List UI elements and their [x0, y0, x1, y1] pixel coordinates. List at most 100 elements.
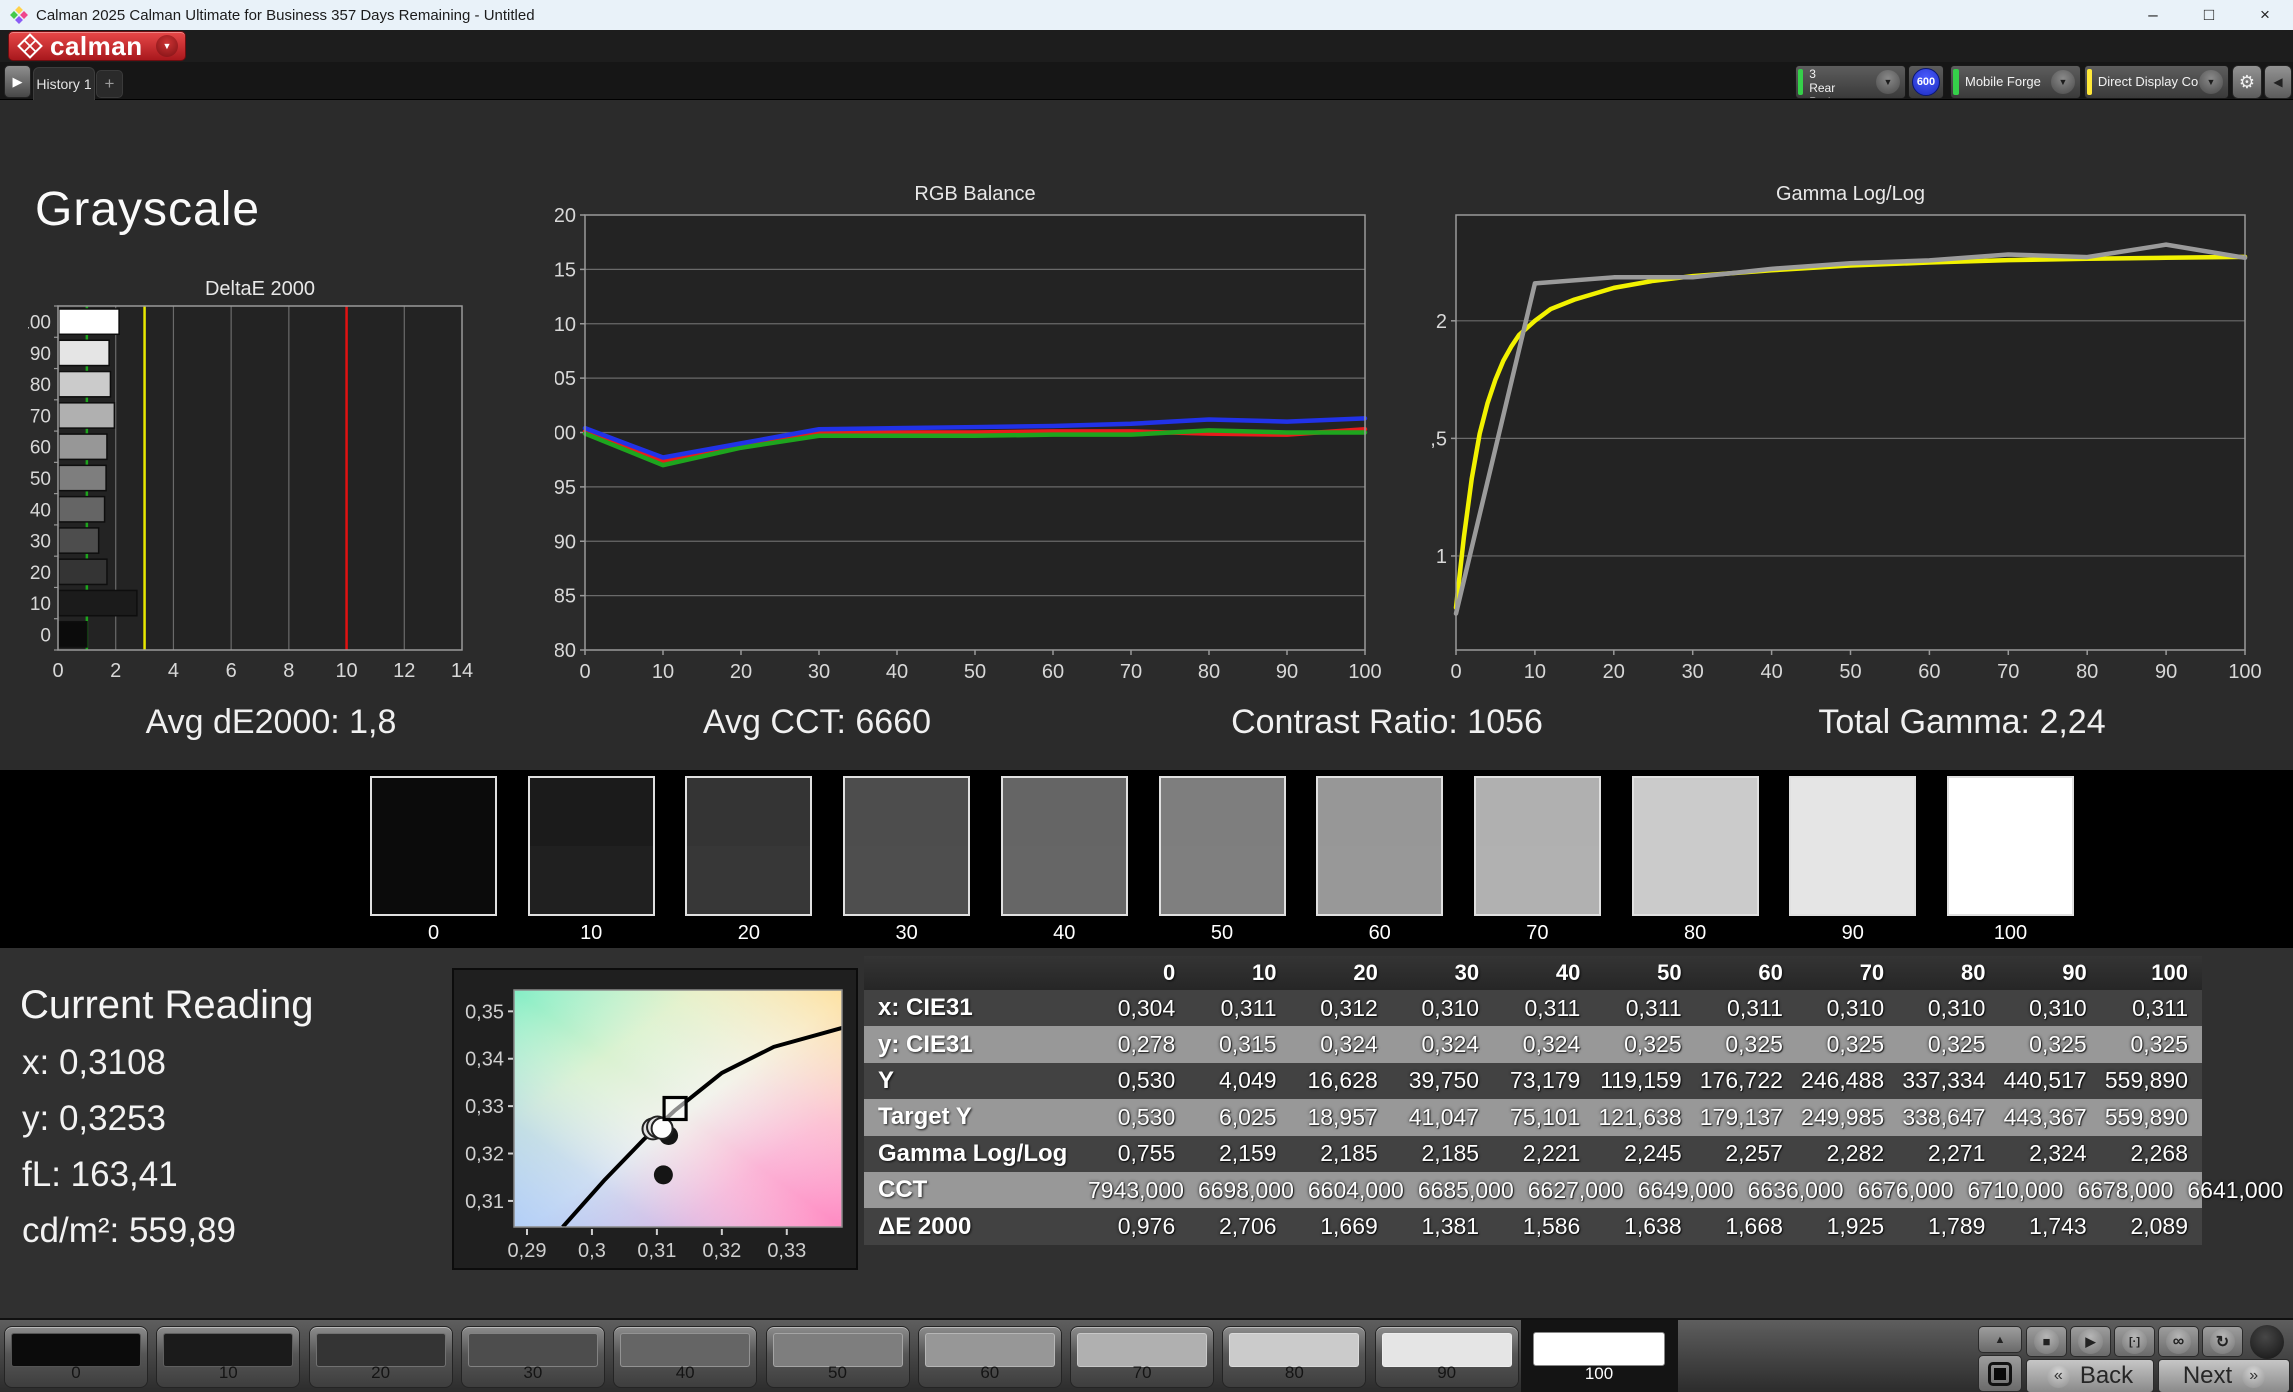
svg-text:50: 50: [964, 661, 986, 683]
table-cell: 443,367: [1999, 1104, 2100, 1131]
next-button-label: Next: [2183, 1362, 2232, 1390]
maximize-button[interactable]: □: [2181, 0, 2237, 30]
swatch-label-30: 30: [843, 922, 970, 945]
minimize-button[interactable]: –: [2125, 0, 2181, 30]
level-swatch-70: [1077, 1333, 1207, 1367]
next-button[interactable]: Next »: [2158, 1359, 2290, 1392]
table-cell: 0,755: [1088, 1140, 1189, 1167]
display-control-dropdown[interactable]: Direct Display Control ▼: [2084, 65, 2229, 99]
tab-history-1[interactable]: History 1: [33, 67, 95, 100]
pattern-swatch-70: [1474, 776, 1601, 916]
svg-text:0,33: 0,33: [465, 1096, 504, 1118]
table-cell: 2,159: [1189, 1140, 1290, 1167]
logo-menu-button[interactable]: ▼: [156, 35, 178, 57]
svg-text:0,31: 0,31: [637, 1240, 676, 1262]
grayscale-level-button-50[interactable]: 50: [766, 1326, 910, 1388]
deltae-bar-60: [59, 434, 107, 459]
panel-expand-button[interactable]: ▲: [1978, 1326, 2022, 1353]
svg-text:0: 0: [52, 660, 63, 682]
grayscale-level-button-100[interactable]: 100: [1527, 1326, 1671, 1388]
grayscale-swatch-strip: Actual Target 0102030405060708090100: [0, 770, 2293, 948]
level-label-40: 40: [614, 1363, 756, 1383]
table-cell: 0,325: [1898, 1031, 1999, 1058]
level-swatch-20: [316, 1333, 446, 1367]
table-cell: 440,517: [1999, 1067, 2100, 1094]
avg-de2000-stat: Avg dE2000: 1,8: [146, 703, 397, 742]
grayscale-level-button-20[interactable]: 20: [309, 1326, 453, 1388]
pattern-swatch-50: [1159, 776, 1286, 916]
svg-text:70: 70: [1997, 661, 2019, 683]
actual-swatch-60: [1318, 778, 1441, 846]
table-cell: 6,025: [1189, 1104, 1290, 1131]
grayscale-level-button-10[interactable]: 10: [156, 1326, 300, 1388]
table-row: ΔE 20000,9762,7061,6691,3811,5861,6381,6…: [864, 1208, 2202, 1244]
level-swatch-90: [1382, 1333, 1512, 1367]
target-swatch-20: [687, 846, 810, 914]
level-swatch-80: [1229, 1333, 1359, 1367]
table-cell: 0,310: [1392, 995, 1493, 1022]
svg-text:1: 1: [1436, 546, 1447, 568]
svg-text:30: 30: [1682, 661, 1704, 683]
table-cell: 0,530: [1088, 1067, 1189, 1094]
collapse-arrow-icon: ◀: [2273, 75, 2282, 89]
level-swatch-10: [163, 1333, 293, 1367]
source-dropdown[interactable]: Mobile Forge ▼: [1950, 65, 2081, 99]
grayscale-level-button-30[interactable]: 30: [461, 1326, 605, 1388]
display-control-chevron-button[interactable]: ▼: [2199, 70, 2223, 94]
grayscale-level-button-60[interactable]: 60: [918, 1326, 1062, 1388]
svg-text:10: 10: [30, 594, 51, 615]
svg-text:Gamma Log/Log: Gamma Log/Log: [1776, 183, 1925, 205]
svg-text:90: 90: [30, 344, 51, 365]
session-play-button[interactable]: ▶: [4, 65, 31, 98]
column-header-100: 100: [2101, 960, 2202, 986]
back-button[interactable]: « Back: [2026, 1359, 2154, 1392]
collapse-panel-button[interactable]: ◀: [2264, 65, 2292, 99]
actual-swatch-80: [1634, 778, 1757, 846]
level-label-80: 80: [1223, 1363, 1365, 1383]
continuous-measure-button[interactable]: ∞: [2158, 1326, 2199, 1357]
svg-text:50: 50: [30, 469, 51, 490]
source-status-stripe: [1953, 69, 1959, 95]
column-header-50: 50: [1594, 960, 1695, 986]
table-cell: 2,268: [2101, 1140, 2202, 1167]
pattern-window-button[interactable]: [1978, 1355, 2022, 1392]
add-tab-button[interactable]: +: [96, 70, 123, 98]
grayscale-level-button-0[interactable]: 0: [4, 1326, 148, 1388]
deltae-bar-40: [59, 497, 105, 522]
grayscale-data-table: 0102030405060708090100x: CIE310,3040,311…: [864, 956, 2202, 1245]
step-measure-button[interactable]: [·]: [2114, 1326, 2155, 1357]
avg-cct-stat: Avg CCT: 6660: [703, 703, 931, 742]
grayscale-level-button-80[interactable]: 80: [1222, 1326, 1366, 1388]
swatch-label-0: 0: [370, 922, 497, 945]
actual-swatch-50: [1161, 778, 1284, 846]
settings-button[interactable]: ⚙: [2232, 65, 2262, 99]
grayscale-level-button-90[interactable]: 90: [1375, 1326, 1519, 1388]
table-cell: 2,257: [1696, 1140, 1797, 1167]
grayscale-level-button-70[interactable]: 70: [1070, 1326, 1214, 1388]
svg-text:70: 70: [30, 406, 51, 427]
table-cell: 2,185: [1291, 1140, 1392, 1167]
meter-dropdown[interactable]: X-Rite i1Pro 3Rear Projector ▼: [1795, 65, 1906, 99]
refresh-measure-button[interactable]: ↻: [2202, 1326, 2243, 1357]
infinity-icon: ∞: [2173, 1333, 2184, 1351]
svg-text:0: 0: [579, 661, 590, 683]
table-cell: 2,271: [1898, 1140, 1999, 1167]
pattern-swatch-80: [1632, 776, 1759, 916]
table-header-row: 0102030405060708090100: [864, 956, 2202, 990]
table-cell: 0,311: [1594, 995, 1695, 1022]
svg-text:70: 70: [1120, 661, 1142, 683]
meter-speed-badge: 600: [1912, 68, 1940, 96]
source-chevron-button[interactable]: ▼: [2051, 70, 2075, 94]
swatch-label-100: 100: [1947, 922, 2074, 945]
row-label: x: CIE31: [864, 994, 1088, 1022]
play-measure-button[interactable]: ▶: [2070, 1326, 2111, 1357]
close-button[interactable]: ×: [2237, 0, 2293, 30]
grayscale-level-button-40[interactable]: 40: [613, 1326, 757, 1388]
table-cell: 0,315: [1189, 1031, 1290, 1058]
svg-text:40: 40: [1760, 661, 1782, 683]
meter-chevron-button[interactable]: ▼: [1876, 70, 1900, 94]
table-cell: 2,185: [1392, 1140, 1493, 1167]
calman-logo-button[interactable]: calman ▼: [8, 31, 186, 61]
stop-measure-button[interactable]: ■: [2026, 1326, 2067, 1357]
svg-text:4: 4: [168, 660, 179, 682]
